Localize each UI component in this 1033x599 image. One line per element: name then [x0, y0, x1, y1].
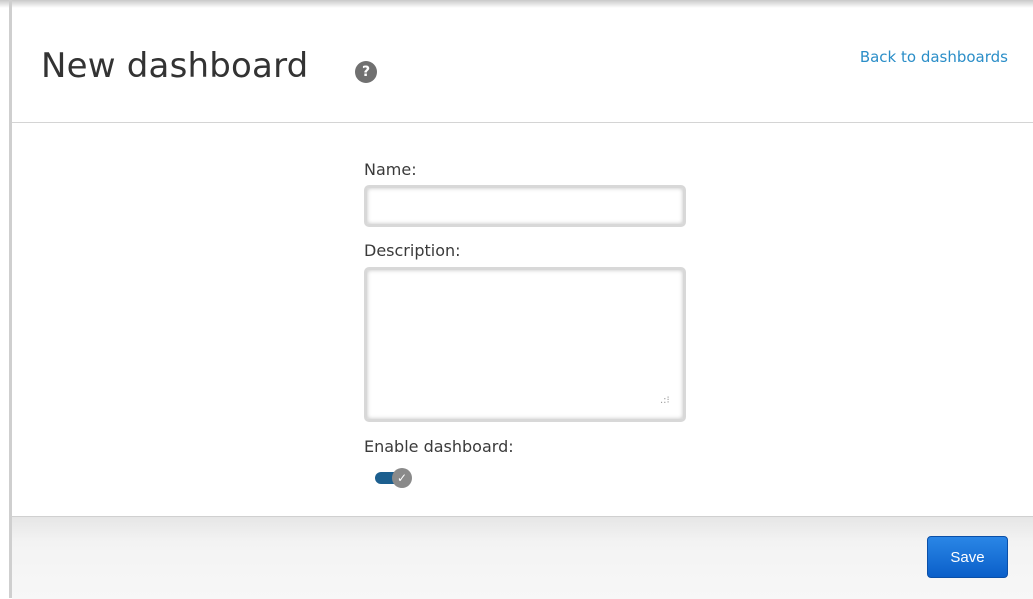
help-icon[interactable]: ? [355, 61, 377, 83]
footer-bar: Save [12, 516, 1033, 599]
description-textarea[interactable] [364, 267, 686, 422]
page-title: New dashboard [41, 46, 309, 86]
save-button[interactable]: Save [927, 536, 1008, 578]
page-header: New dashboard ? Back to dashboards [12, 8, 1033, 123]
enable-dashboard-label: Enable dashboard: [364, 437, 514, 456]
name-label: Name: [364, 160, 417, 179]
top-shadow [0, 0, 1033, 8]
name-input[interactable] [364, 185, 686, 227]
enable-dashboard-toggle[interactable]: ✓ [375, 467, 415, 489]
back-to-dashboards-link[interactable]: Back to dashboards [860, 48, 1008, 66]
dashboard-editor-window: New dashboard ? Back to dashboards Name:… [0, 0, 1033, 599]
check-icon: ✓ [392, 468, 412, 488]
description-label: Description: [364, 241, 461, 260]
